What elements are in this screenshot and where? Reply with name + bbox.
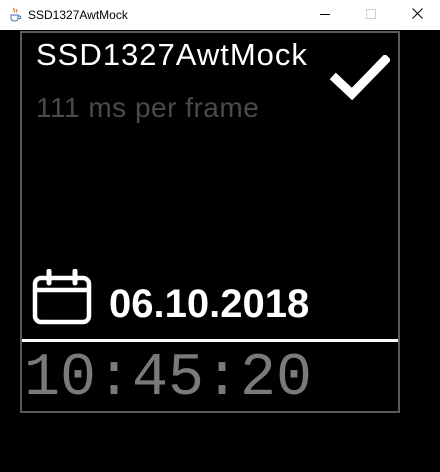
display-title: SSD1327AwtMock [36,37,308,72]
checkmark-icon [330,55,390,101]
maximize-button[interactable] [348,0,394,30]
frame-rate-text: 111 ms per frame [36,92,260,123]
close-icon [411,8,423,22]
window-title: SSD1327AwtMock [28,8,128,22]
date-text: 06.10.2018 [109,282,310,326]
java-cup-icon[interactable] [7,6,23,22]
minimize-button[interactable] [302,0,348,30]
window-content: SSD1327AwtMock 111 ms per frame 06.10.20… [0,30,440,472]
maximize-icon [366,8,376,22]
time-text: 10:45:20 [24,345,313,413]
close-button[interactable] [394,0,440,30]
minimize-icon [320,8,330,22]
oled-display: SSD1327AwtMock 111 ms per frame 06.10.20… [20,31,400,413]
window-titlebar[interactable]: SSD1327AwtMock [0,0,440,30]
calendar-icon [32,269,92,325]
divider [22,339,398,342]
app-window: SSD1327AwtMock SSD1327AwtMock 111 ms per… [0,0,440,472]
